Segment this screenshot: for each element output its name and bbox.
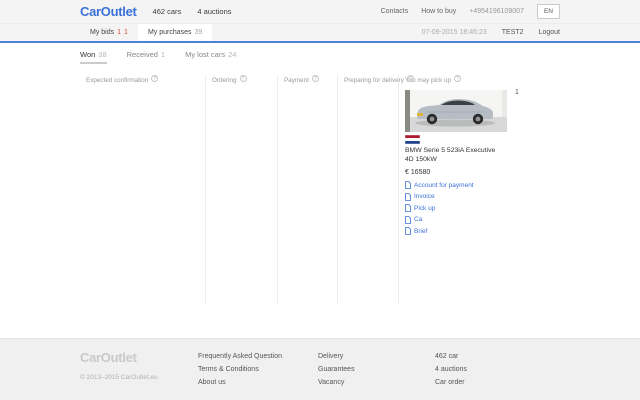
account-for-payment-link[interactable]: Account for payment — [405, 181, 509, 189]
my-purchases-label: My purchases — [147, 29, 192, 36]
my-bids-label: My bids — [90, 29, 115, 36]
subtab-won[interactable]: Won 38 — [80, 50, 107, 64]
footer-column-services: Delivery Guarantees Vacancy — [318, 350, 435, 400]
lost-cars-count: 24 — [228, 50, 237, 59]
document-icon — [405, 227, 411, 235]
help-icon[interactable]: ? — [453, 75, 461, 82]
help-icon[interactable]: ? — [151, 75, 159, 82]
footer-logo: CarOutlet — [80, 350, 137, 365]
subtab-received[interactable]: Received 1 — [127, 50, 165, 64]
car-price: € 16580 — [405, 169, 431, 176]
how-to-buy-link[interactable]: How to buy — [421, 8, 456, 15]
column-expected-confirmation: Expected confirmation? — [80, 75, 205, 303]
column-ordering: Ordering? — [205, 75, 277, 303]
phone-number: +4954196109007 — [469, 8, 524, 15]
car-order-link[interactable]: Car order — [435, 376, 555, 389]
my-bids-badge: 1 — [117, 29, 122, 36]
won-count: 38 — [98, 50, 107, 59]
footer-column-catalog: 462 car 4 auctions Car order — [435, 350, 555, 400]
logout-link[interactable]: Logout — [539, 29, 560, 36]
car-photo[interactable] — [405, 90, 507, 132]
footer-column-info: Frequently Asked Question Terms & Condit… — [198, 350, 318, 400]
purchases-subtabs: Won 38 Received 1 My lost cars 24 — [80, 43, 560, 64]
my-purchases-count: 39 — [194, 29, 203, 36]
user-tabs-bar: My bids 1 1 My purchases 39 07-09-2015 1… — [0, 24, 640, 41]
vacancy-link[interactable]: Vacancy — [318, 376, 435, 389]
main-content: Won 38 Received 1 My lost cars 24 Expect… — [0, 43, 640, 338]
subtab-my-lost-cars[interactable]: My lost cars 24 — [185, 50, 236, 64]
help-icon[interactable]: ? — [311, 75, 319, 82]
my-bids-badge-2: 1 — [124, 29, 128, 36]
document-icon — [405, 204, 411, 212]
column-payment: Payment? — [277, 75, 337, 303]
footer-auctions-link[interactable]: 4 auctions — [435, 363, 555, 376]
language-button[interactable]: EN — [536, 4, 560, 19]
document-icon — [405, 215, 411, 224]
cars-count-link[interactable]: 462 cars — [153, 7, 182, 16]
guarantees-link[interactable]: Guarantees — [318, 363, 435, 376]
card-count-badge: 1 — [515, 89, 519, 96]
delivery-link[interactable]: Delivery — [318, 350, 435, 363]
page-footer: CarOutlet © 2013–2015 CarOutlet.eu Frequ… — [0, 338, 640, 400]
invoice-link[interactable]: Invoice — [405, 192, 509, 201]
username-link[interactable]: TEST2 — [502, 29, 524, 36]
help-icon[interactable]: ? — [406, 75, 414, 82]
help-icon[interactable]: ? — [239, 75, 247, 82]
about-us-link[interactable]: About us — [198, 376, 318, 389]
car-title[interactable]: BMW Serie 5 523iA Executive 4D 150kW — [405, 147, 509, 164]
received-count: 1 — [160, 50, 166, 59]
top-header-bar: CarOutlet 462 cars 4 auctions Contacts H… — [0, 0, 640, 24]
document-icon — [405, 181, 411, 189]
document-links: Account for payment Invoice Pick up Ca B… — [405, 181, 509, 235]
caroutlet-logo[interactable]: CarOutlet — [80, 4, 137, 19]
faq-link[interactable]: Frequently Asked Question — [198, 350, 318, 363]
tab-my-purchases[interactable]: My purchases 39 — [137, 24, 213, 41]
brief-link[interactable]: Brief — [405, 227, 509, 235]
copyright-text: © 2013–2015 CarOutlet.eu — [80, 374, 158, 381]
column-you-may-pick-up: You may pick up? 1 BMW Serie 5 523iA Exe… — [398, 75, 560, 303]
terms-link[interactable]: Terms & Conditions — [198, 363, 318, 376]
tab-my-bids[interactable]: My bids 1 1 — [80, 24, 138, 41]
contacts-link[interactable]: Contacts — [381, 8, 409, 15]
auctions-count-link[interactable]: 4 auctions — [197, 7, 231, 16]
car-card: 1 BMW Serie 5 523iA Executive 4D 150kW €… — [405, 89, 519, 235]
pick-up-link[interactable]: Pick up — [405, 204, 509, 212]
purchase-stages-board: Expected confirmation? Ordering? Payment… — [80, 75, 560, 303]
current-datetime: 07-09-2015 18:46:23 — [421, 29, 487, 36]
netherlands-flag-icon — [405, 135, 420, 144]
ca-document-link[interactable]: Ca — [405, 215, 509, 224]
footer-cars-link[interactable]: 462 car — [435, 350, 555, 363]
document-icon — [405, 192, 411, 201]
column-preparing-for-delivery: Preparing for delivery? — [337, 75, 414, 303]
